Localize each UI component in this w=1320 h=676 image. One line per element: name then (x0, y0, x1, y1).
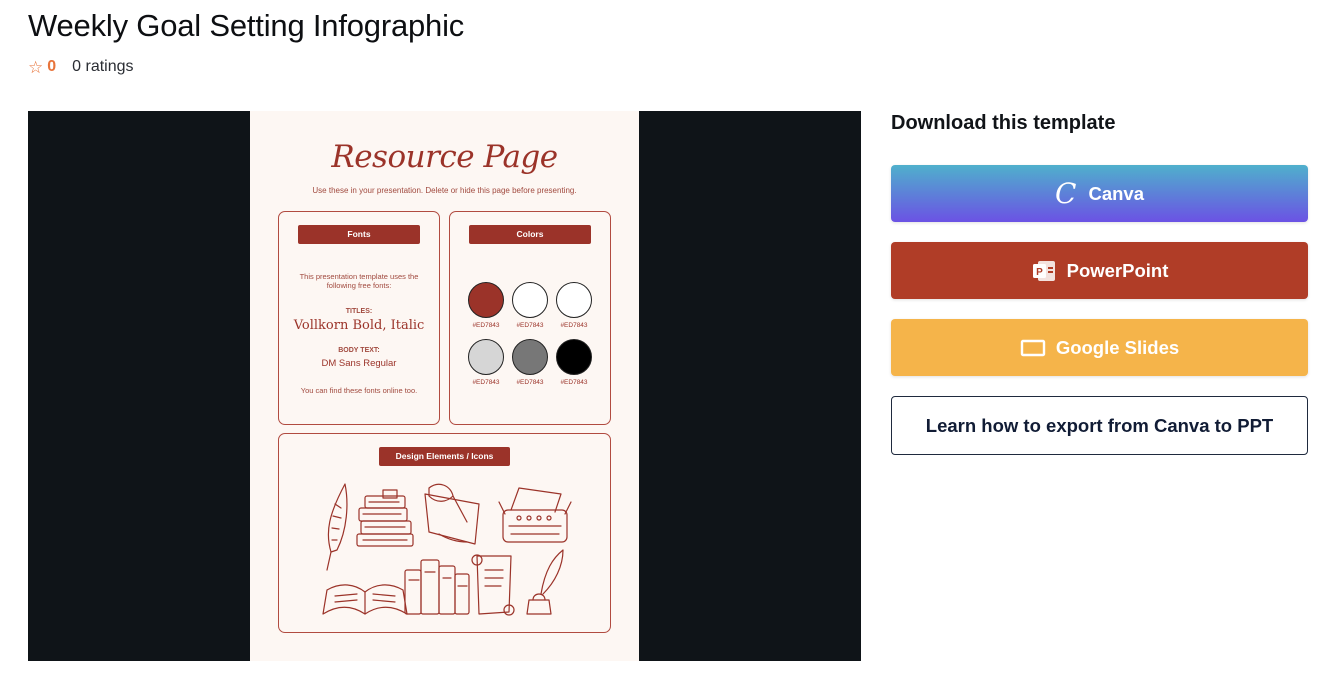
powerpoint-icon: P (1031, 259, 1057, 283)
canva-download-button[interactable]: C Canva (891, 165, 1308, 222)
quill-icon (326, 483, 348, 571)
download-panel: Download this template C Canva P PowerPo… (891, 110, 1308, 455)
slide-title: Resource Page (331, 139, 558, 175)
color-swatch (468, 339, 504, 375)
colors-pill: Colors (469, 225, 591, 244)
inkwell-icon (526, 549, 564, 615)
fonts-pill: Fonts (298, 225, 420, 244)
books-icon (404, 559, 470, 615)
color-swatch-label: #ED7843 (560, 379, 588, 386)
rating-score: 0 (47, 58, 57, 75)
page-title: Weekly Goal Setting Infographic (28, 8, 465, 43)
rating-count: 0 ratings (72, 58, 134, 75)
titles-font: Vollkorn Bold, Italic (293, 318, 425, 333)
titles-label: TITLES: (345, 308, 373, 315)
preview-slide: Resource Page Use these in your presenta… (250, 111, 639, 661)
color-swatch (556, 282, 592, 318)
color-swatch-label: #ED7843 (472, 379, 500, 386)
scroll-icon (471, 554, 515, 616)
canva-icon: C (1055, 176, 1077, 210)
book-stack-icon (356, 489, 414, 547)
fonts-box: Fonts This presentation template uses th… (278, 211, 440, 425)
fonts-footer: You can find these fonts online too. (300, 386, 418, 395)
color-swatch-label: #ED7843 (560, 322, 588, 329)
body-label: BODY TEXT: (338, 347, 380, 354)
template-preview: Resource Page Use these in your presenta… (28, 111, 861, 661)
writing-hand-icon (424, 483, 480, 545)
design-elements-art (322, 483, 572, 616)
star-outline-icon[interactable]: ☆ (28, 59, 43, 76)
export-guide-button[interactable]: Learn how to export from Canva to PPT (891, 396, 1308, 455)
fonts-intro: This presentation template uses the foll… (299, 272, 419, 290)
canva-label: Canva (1088, 182, 1144, 204)
color-swatch-label: #ED7843 (516, 379, 544, 386)
open-book-icon (322, 584, 408, 615)
slide-subtitle: Use these in your presentation. Delete o… (312, 186, 577, 195)
color-swatch-label: #ED7843 (516, 322, 544, 329)
powerpoint-label: PowerPoint (1066, 259, 1169, 281)
google-slides-icon (1020, 339, 1046, 357)
svg-text:P: P (1036, 267, 1043, 278)
download-heading: Download this template (891, 112, 1116, 134)
color-swatch (468, 282, 504, 318)
google-slides-label: Google Slides (1055, 336, 1180, 358)
typewriter-icon (498, 487, 572, 543)
color-swatch-label: #ED7843 (472, 322, 500, 329)
google-slides-download-button[interactable]: Google Slides (891, 319, 1308, 376)
colors-box: Colors #ED7843 #ED7843 #ED7843 #ED7843 #ED78… (449, 211, 611, 425)
elements-box: Design Elements / Icons (278, 433, 611, 633)
elements-pill: Design Elements / Icons (379, 447, 510, 466)
color-swatch (512, 282, 548, 318)
color-swatch (556, 339, 592, 375)
powerpoint-download-button[interactable]: P PowerPoint (891, 242, 1308, 299)
body-font: DM Sans Regular (321, 358, 397, 369)
color-swatch (512, 339, 548, 375)
rating-row: ☆ 0 0 ratings (28, 58, 134, 76)
